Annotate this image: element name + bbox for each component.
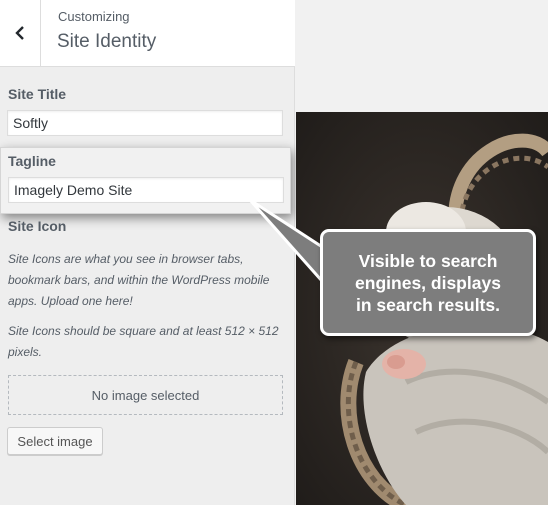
select-image-button[interactable]: Select image (7, 427, 103, 455)
chevron-left-icon (15, 26, 24, 40)
callout-line-1: Visible to search (358, 251, 498, 271)
header-subtitle: Customizing (58, 9, 130, 24)
panel-header: Customizing Site Identity (0, 0, 295, 67)
site-icon-label: Site Icon (8, 218, 67, 234)
tagline-callout: Visible to search engines, displays in s… (320, 229, 536, 336)
callout-seam (323, 250, 329, 288)
customizer-panel: Customizing Site Identity Site Title Sof… (0, 0, 295, 505)
customizer-screen: Customizing Site Identity Site Title Sof… (0, 0, 548, 505)
site-title-input[interactable]: Softly (7, 110, 283, 136)
no-image-text: No image selected (91, 387, 200, 403)
tagline-input[interactable]: Imagely Demo Site (8, 177, 284, 203)
no-image-placeholder[interactable]: No image selected (8, 375, 283, 415)
callout-line-2: engines, displays (355, 273, 501, 293)
site-icon-size-note: Site Icons should be square and at least… (8, 324, 279, 359)
site-icon-description: Site Icons are what you see in browser t… (8, 252, 270, 308)
tagline-highlight: Tagline Imagely Demo Site (0, 147, 291, 214)
tagline-label: Tagline (8, 153, 56, 169)
callout-line-3: in search results. (356, 295, 500, 315)
select-image-label: Select image (17, 433, 93, 449)
site-title-label: Site Title (8, 86, 67, 102)
section-title: Site Identity (57, 31, 157, 52)
back-button[interactable] (0, 0, 41, 66)
